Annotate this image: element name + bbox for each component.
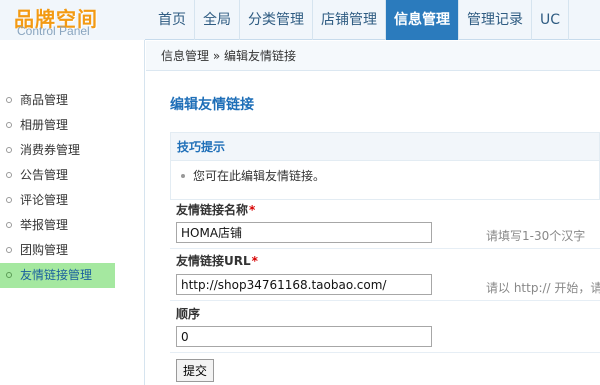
sidebar-item-coupons[interactable]: 消费券管理 [0, 138, 145, 163]
bullet-icon [6, 272, 12, 278]
logo-subtitle: Control Panel [17, 24, 90, 38]
sidebar-item-label: 公告管理 [20, 168, 69, 182]
divider [170, 248, 600, 249]
sidebar-item-products[interactable]: 商品管理 [0, 88, 145, 113]
sidebar-item-label: 评论管理 [20, 193, 69, 207]
main-content: 编辑友情链接 技巧提示 您可在此编辑友情链接。 友情链接名称* 请填写1-30个… [146, 72, 600, 385]
divider [170, 300, 600, 301]
bullet-icon [6, 247, 12, 253]
bullet-icon [6, 97, 12, 103]
url-label-text: 友情链接URL [176, 254, 251, 268]
bullet-icon [6, 172, 12, 178]
name-input[interactable] [176, 222, 432, 243]
nav-item-global[interactable]: 全局 [195, 0, 240, 40]
nav-item-shop[interactable]: 店铺管理 [313, 0, 386, 40]
divider [170, 352, 600, 353]
sidebar-item-albums[interactable]: 相册管理 [0, 113, 145, 138]
bullet-icon [6, 147, 12, 153]
sidebar-list: 商品管理 相册管理 消费券管理 公告管理 评论管理 举报管理 团购管理 友情链接… [0, 88, 145, 288]
url-label: 友情链接URL* [176, 252, 258, 269]
bullet-icon [6, 122, 12, 128]
sidebar-item-label: 举报管理 [20, 218, 69, 232]
sidebar-item-label: 友情链接管理 [20, 268, 93, 282]
nav-item-uc[interactable]: UC [532, 0, 570, 40]
required-mark: * [251, 254, 258, 268]
top-header: 品牌空间 Control Panel 首页 全局 分类管理 店铺管理 信息管理 … [0, 0, 600, 40]
sidebar-item-label: 团购管理 [20, 243, 69, 257]
bullet-icon [6, 222, 12, 228]
breadcrumb: 信息管理 » 编辑友情链接 [146, 41, 600, 71]
sidebar-item-announcements[interactable]: 公告管理 [0, 163, 145, 188]
tips-body: 您可在此编辑友情链接。 [171, 161, 599, 199]
nav-item-category[interactable]: 分类管理 [240, 0, 313, 40]
sidebar-item-groupbuy[interactable]: 团购管理 [0, 238, 145, 263]
nav-item-info[interactable]: 信息管理 [386, 0, 459, 40]
sidebar: 商品管理 相册管理 消费券管理 公告管理 评论管理 举报管理 团购管理 友情链接… [0, 40, 145, 385]
url-input[interactable] [176, 274, 432, 295]
page-title: 编辑友情链接 [170, 97, 254, 113]
order-input[interactable] [176, 326, 432, 347]
bullet-icon [6, 197, 12, 203]
sidebar-item-friend-links[interactable]: 友情链接管理 [0, 263, 115, 288]
name-label-text: 友情链接名称 [176, 203, 249, 217]
required-mark: * [249, 203, 256, 217]
nav-item-home[interactable]: 首页 [150, 0, 195, 40]
sidebar-item-label: 消费券管理 [20, 143, 81, 157]
url-hint: 请以 http:// 开始，请 [486, 281, 600, 295]
logo[interactable]: 品牌空间 Control Panel [0, 0, 145, 40]
top-nav: 首页 全局 分类管理 店铺管理 信息管理 管理记录 UC [150, 0, 570, 40]
tips-box: 技巧提示 您可在此编辑友情链接。 [170, 132, 600, 200]
sidebar-item-comments[interactable]: 评论管理 [0, 188, 145, 213]
submit-button[interactable]: 提交 [176, 359, 214, 382]
tips-heading: 技巧提示 [171, 133, 599, 161]
tips-text: 您可在此编辑友情链接。 [193, 169, 326, 183]
sidebar-item-label: 商品管理 [20, 93, 69, 107]
bullet-icon [181, 173, 185, 178]
name-label: 友情链接名称* [176, 201, 255, 218]
sidebar-item-label: 相册管理 [20, 118, 69, 132]
order-label: 顺序 [176, 307, 201, 321]
nav-item-logs[interactable]: 管理记录 [459, 0, 532, 40]
name-hint: 请填写1-30个汉字 [486, 229, 586, 243]
sidebar-item-reports[interactable]: 举报管理 [0, 213, 145, 238]
